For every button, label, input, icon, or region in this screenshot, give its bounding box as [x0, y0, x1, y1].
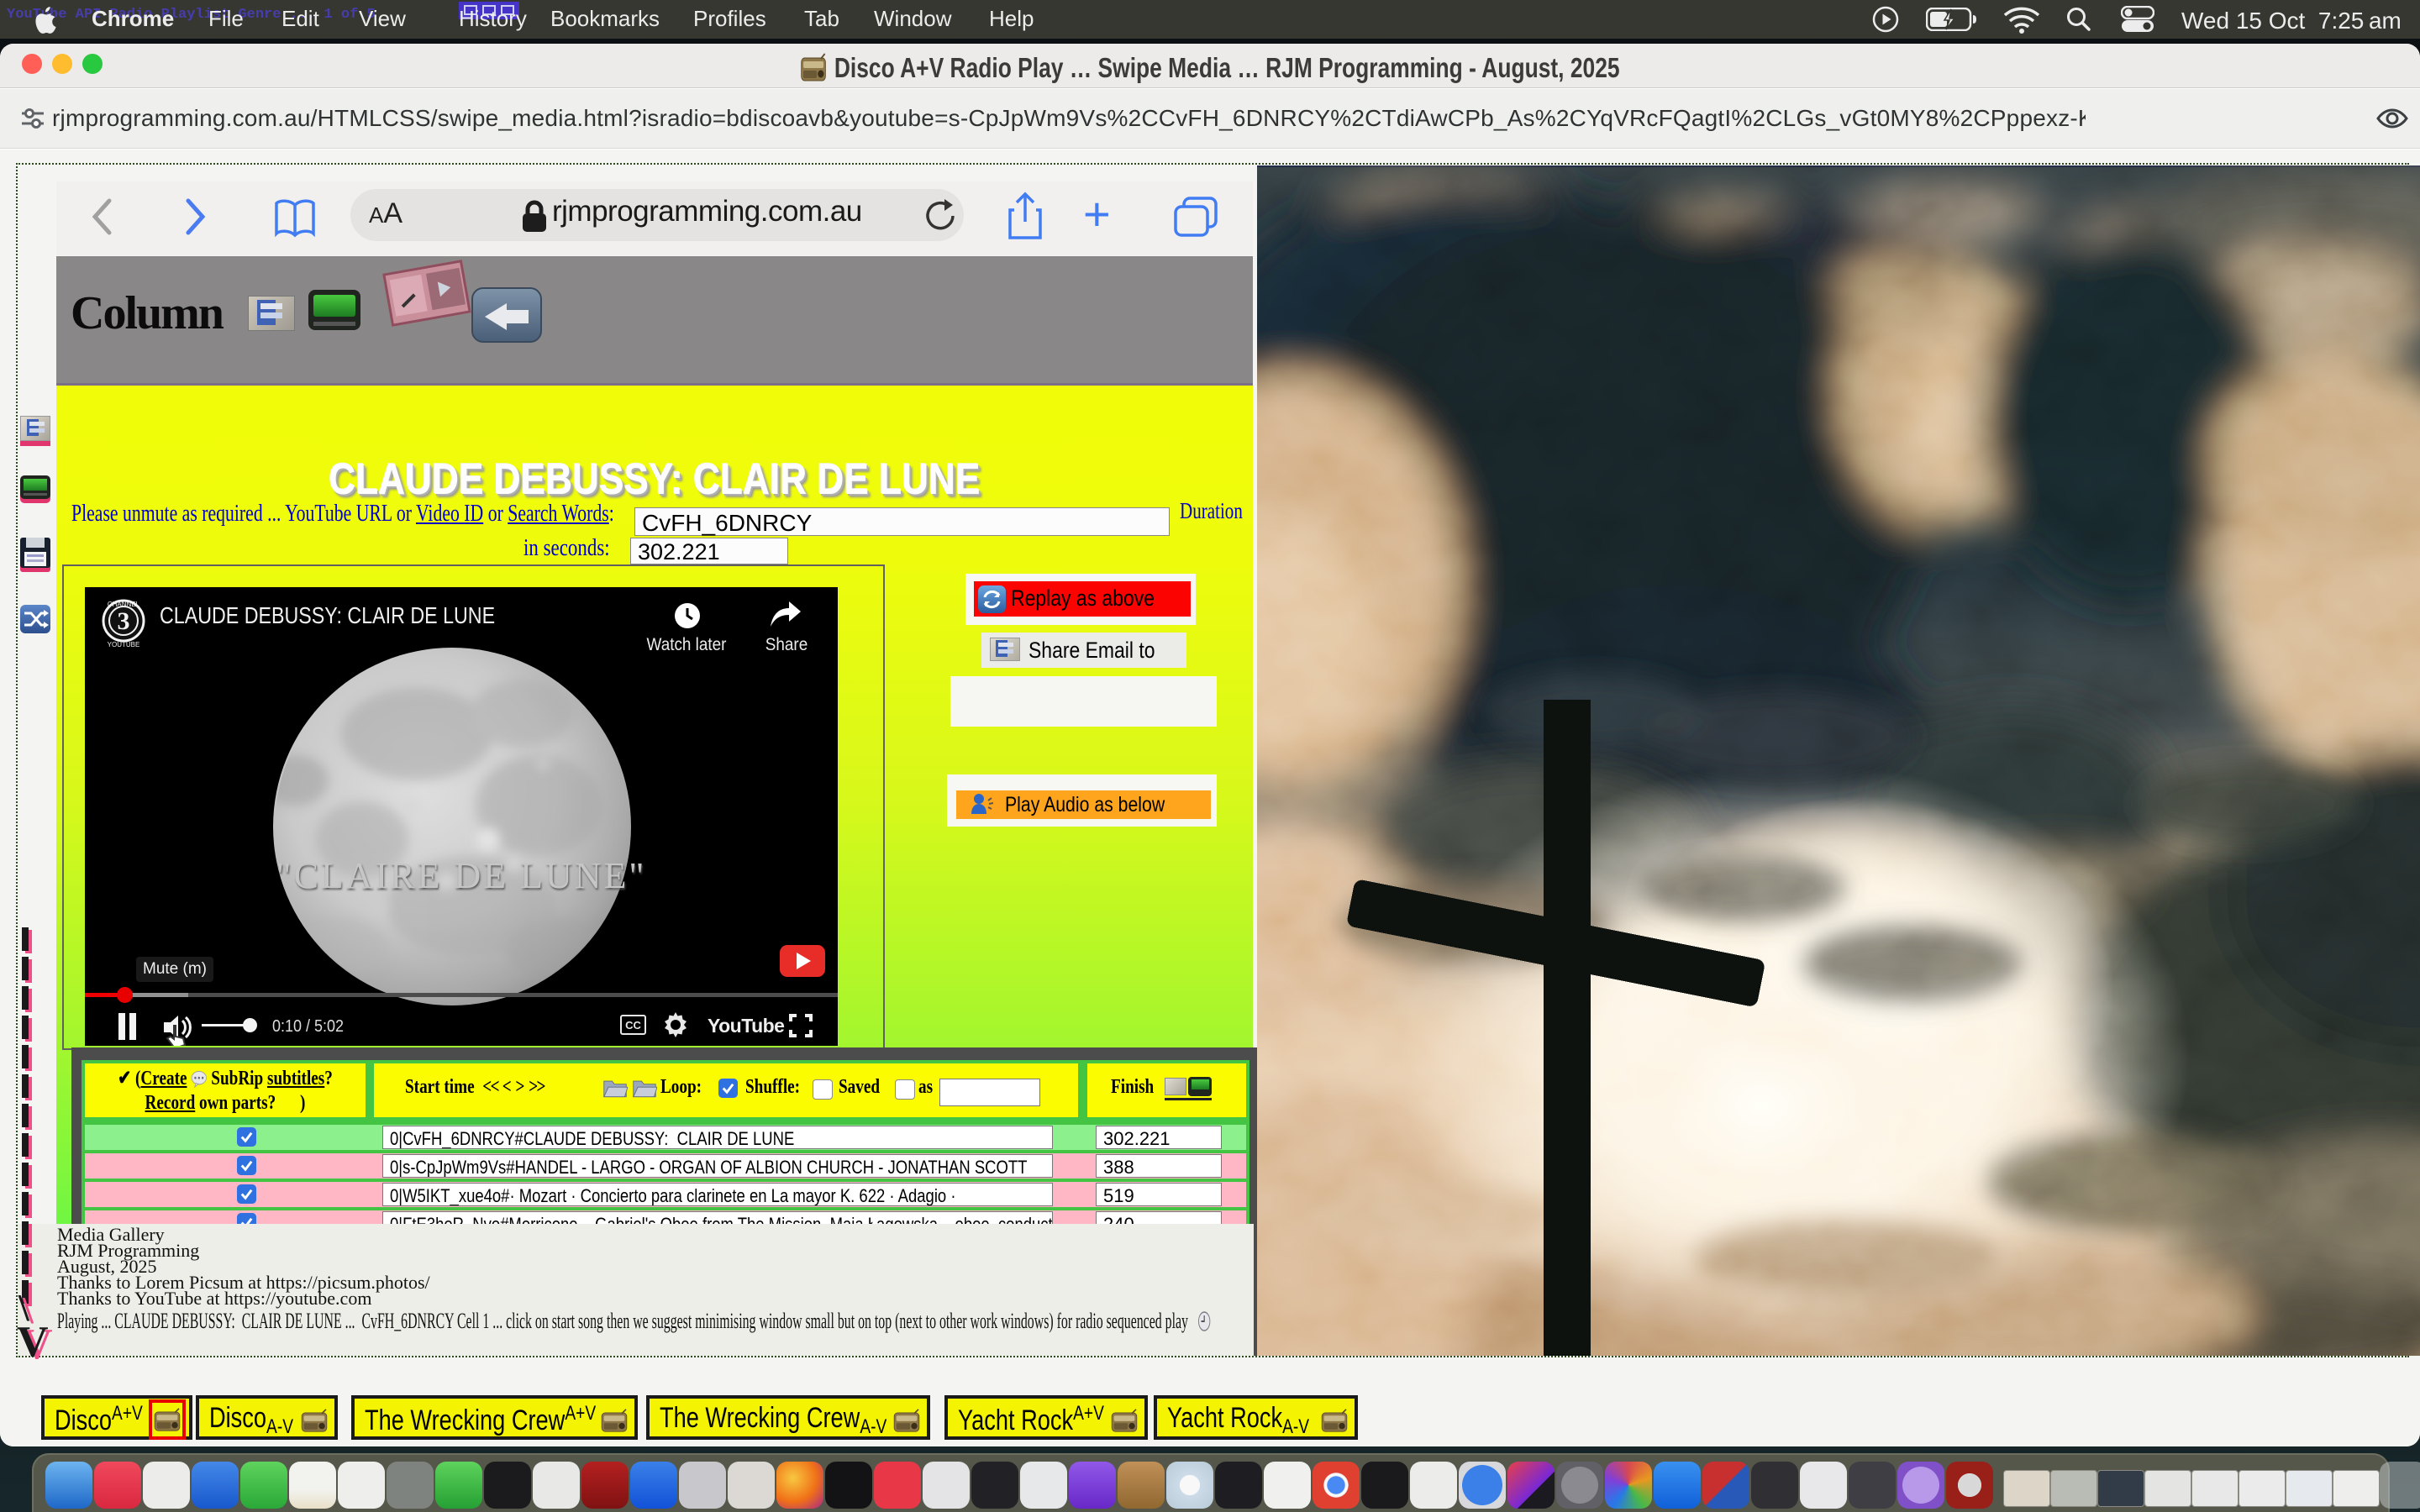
svg-text:CHANNEL: CHANNEL: [108, 601, 140, 608]
svg-text:3: 3: [118, 607, 130, 635]
svg-text:YOUTUBE: YOUTUBE: [108, 641, 140, 648]
